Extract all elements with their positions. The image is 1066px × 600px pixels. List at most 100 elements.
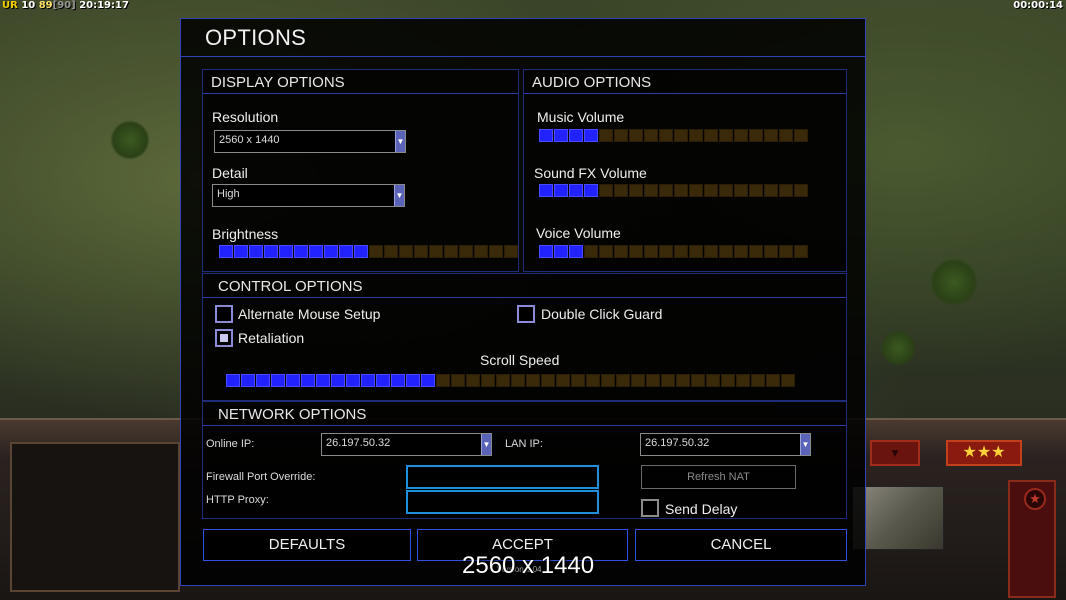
music-volume-segment[interactable] — [794, 129, 808, 142]
brightness-segment[interactable] — [279, 245, 293, 258]
scroll-speed-segment[interactable] — [511, 374, 525, 387]
voice-volume-segment[interactable] — [719, 245, 733, 258]
music-volume-segment[interactable] — [539, 129, 553, 142]
chevron-down-icon[interactable]: ▼ — [394, 185, 404, 206]
brightness-segment[interactable] — [504, 245, 518, 258]
lan-ip-dropdown[interactable]: 26.197.50.32 ▼ — [640, 433, 811, 456]
brightness-segment[interactable] — [294, 245, 308, 258]
scroll-speed-segment[interactable] — [346, 374, 360, 387]
voice-volume-segment[interactable] — [749, 245, 763, 258]
scroll-speed-segment[interactable] — [586, 374, 600, 387]
scroll-speed-segment[interactable] — [781, 374, 795, 387]
scroll-speed-segment[interactable] — [616, 374, 630, 387]
sfx-volume-segment[interactable] — [584, 184, 598, 197]
voice-volume-segment[interactable] — [779, 245, 793, 258]
voice-volume-segment[interactable] — [569, 245, 583, 258]
voice-volume-slider[interactable] — [539, 245, 808, 258]
voice-volume-segment[interactable] — [734, 245, 748, 258]
voice-volume-segment[interactable] — [764, 245, 778, 258]
scroll-speed-segment[interactable] — [226, 374, 240, 387]
scroll-speed-segment[interactable] — [571, 374, 585, 387]
brightness-segment[interactable] — [219, 245, 233, 258]
voice-volume-segment[interactable] — [539, 245, 553, 258]
music-volume-segment[interactable] — [689, 129, 703, 142]
http-proxy-input[interactable] — [406, 490, 599, 514]
online-ip-dropdown[interactable]: 26.197.50.32 ▼ — [321, 433, 492, 456]
sfx-volume-slider[interactable] — [539, 184, 808, 197]
chevron-down-icon[interactable]: ▼ — [800, 434, 810, 455]
brightness-segment[interactable] — [249, 245, 263, 258]
music-volume-segment[interactable] — [644, 129, 658, 142]
scroll-speed-segment[interactable] — [496, 374, 510, 387]
scroll-speed-segment[interactable] — [601, 374, 615, 387]
music-volume-segment[interactable] — [764, 129, 778, 142]
music-volume-segment[interactable] — [749, 129, 763, 142]
sfx-volume-segment[interactable] — [689, 184, 703, 197]
command-arrow-button[interactable]: ▼ — [870, 440, 920, 466]
scroll-speed-segment[interactable] — [721, 374, 735, 387]
defaults-button[interactable]: DEFAULTS — [203, 529, 411, 561]
scroll-speed-segment[interactable] — [406, 374, 420, 387]
music-volume-segment[interactable] — [599, 129, 613, 142]
voice-volume-segment[interactable] — [584, 245, 598, 258]
sfx-volume-segment[interactable] — [569, 184, 583, 197]
chevron-down-icon[interactable]: ▼ — [395, 131, 405, 152]
music-volume-segment[interactable] — [704, 129, 718, 142]
music-volume-segment[interactable] — [569, 129, 583, 142]
brightness-segment[interactable] — [474, 245, 488, 258]
brightness-segment[interactable] — [264, 245, 278, 258]
scroll-speed-segment[interactable] — [241, 374, 255, 387]
voice-volume-segment[interactable] — [674, 245, 688, 258]
sfx-volume-segment[interactable] — [644, 184, 658, 197]
voice-volume-segment[interactable] — [794, 245, 808, 258]
sfx-volume-segment[interactable] — [629, 184, 643, 197]
general-promotion-button[interactable]: ★★★ — [946, 440, 1022, 466]
voice-volume-segment[interactable] — [554, 245, 568, 258]
scroll-speed-segment[interactable] — [466, 374, 480, 387]
scroll-speed-segment[interactable] — [526, 374, 540, 387]
alternate-mouse-checkbox[interactable] — [215, 305, 233, 323]
scroll-speed-segment[interactable] — [256, 374, 270, 387]
music-volume-segment[interactable] — [659, 129, 673, 142]
music-volume-slider[interactable] — [539, 129, 808, 142]
scroll-speed-slider[interactable] — [226, 374, 795, 387]
music-volume-segment[interactable] — [734, 129, 748, 142]
scroll-speed-segment[interactable] — [736, 374, 750, 387]
brightness-segment[interactable] — [384, 245, 398, 258]
scroll-speed-segment[interactable] — [541, 374, 555, 387]
scroll-speed-segment[interactable] — [751, 374, 765, 387]
refresh-nat-button[interactable]: Refresh NAT — [641, 465, 796, 489]
scroll-speed-segment[interactable] — [631, 374, 645, 387]
music-volume-segment[interactable] — [614, 129, 628, 142]
brightness-slider[interactable] — [219, 245, 518, 258]
detail-dropdown[interactable]: High ▼ — [212, 184, 405, 207]
sfx-volume-segment[interactable] — [539, 184, 553, 197]
scroll-speed-segment[interactable] — [436, 374, 450, 387]
voice-volume-segment[interactable] — [644, 245, 658, 258]
brightness-segment[interactable] — [429, 245, 443, 258]
music-volume-segment[interactable] — [719, 129, 733, 142]
sfx-volume-segment[interactable] — [554, 184, 568, 197]
brightness-segment[interactable] — [444, 245, 458, 258]
cancel-button[interactable]: CANCEL — [635, 529, 847, 561]
chevron-down-icon[interactable]: ▼ — [481, 434, 491, 455]
voice-volume-segment[interactable] — [629, 245, 643, 258]
brightness-segment[interactable] — [399, 245, 413, 258]
scroll-speed-segment[interactable] — [421, 374, 435, 387]
music-volume-segment[interactable] — [779, 129, 793, 142]
firewall-port-input[interactable] — [406, 465, 599, 489]
voice-volume-segment[interactable] — [614, 245, 628, 258]
sfx-volume-segment[interactable] — [659, 184, 673, 197]
sfx-volume-segment[interactable] — [719, 184, 733, 197]
double-click-guard-checkbox[interactable] — [517, 305, 535, 323]
scroll-speed-segment[interactable] — [556, 374, 570, 387]
sfx-volume-segment[interactable] — [764, 184, 778, 197]
sfx-volume-segment[interactable] — [749, 184, 763, 197]
voice-volume-segment[interactable] — [599, 245, 613, 258]
music-volume-segment[interactable] — [629, 129, 643, 142]
sfx-volume-segment[interactable] — [674, 184, 688, 197]
voice-volume-segment[interactable] — [659, 245, 673, 258]
scroll-speed-segment[interactable] — [271, 374, 285, 387]
scroll-speed-segment[interactable] — [361, 374, 375, 387]
brightness-segment[interactable] — [369, 245, 383, 258]
